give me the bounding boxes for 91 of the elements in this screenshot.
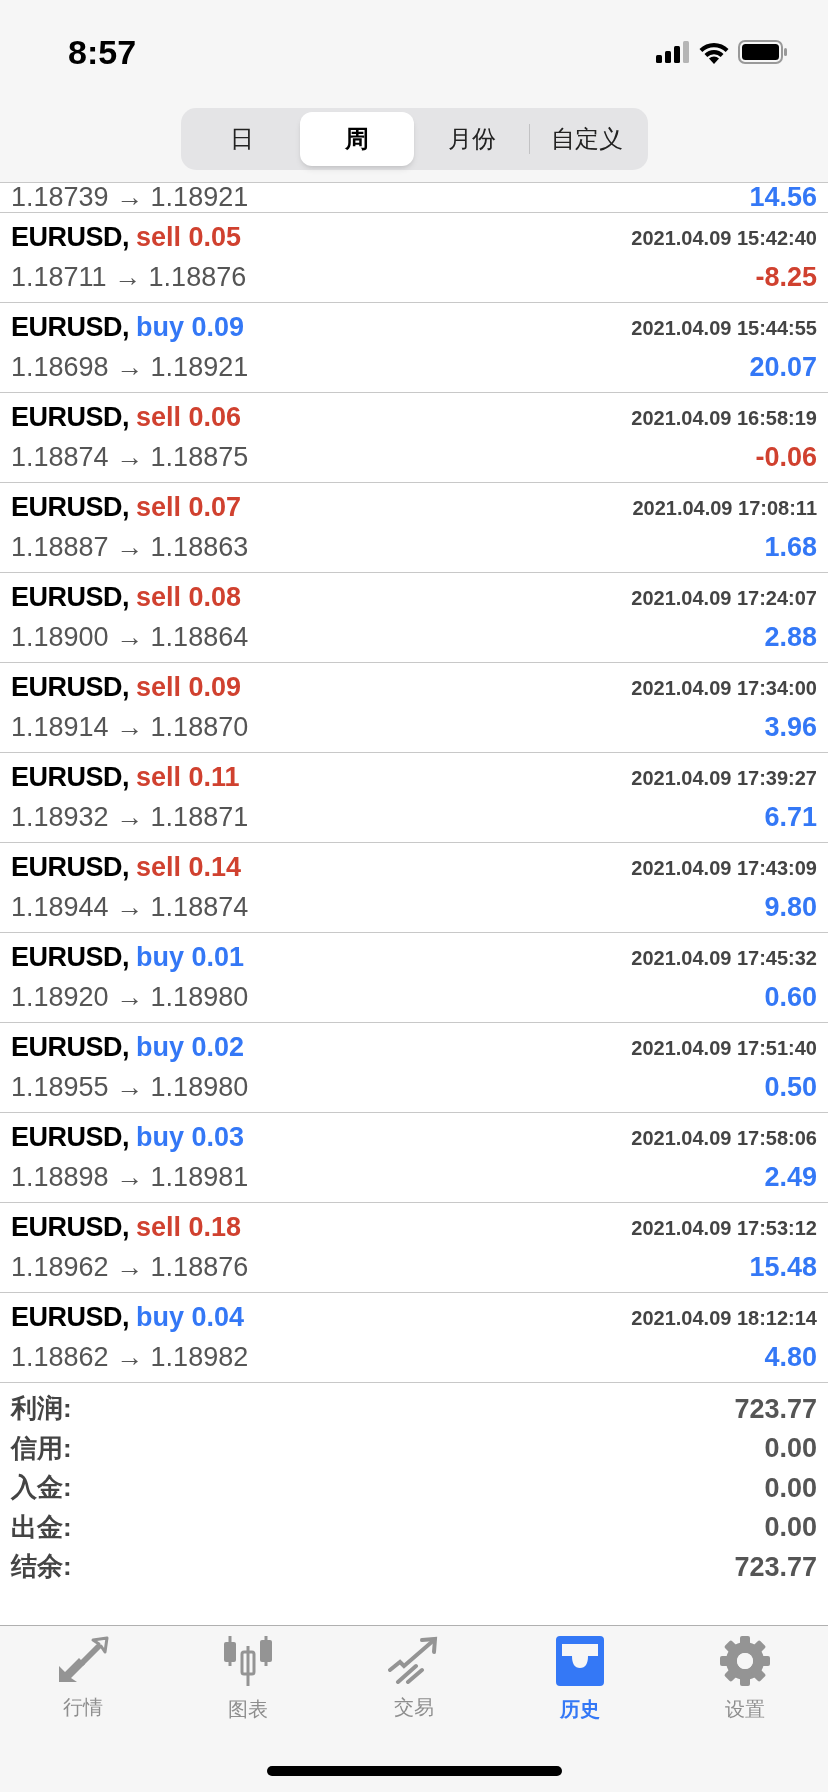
price-range: 1.18711 → 1.18876	[11, 261, 247, 295]
deal-time: 2021.04.09 15:42:40	[631, 225, 817, 251]
deal-time: 2021.04.09 17:08:11	[632, 495, 817, 521]
symbol-label: EURUSD,	[11, 1211, 129, 1245]
symbol-label: EURUSD,	[11, 851, 129, 885]
order-label: sell 0.08	[136, 581, 242, 615]
symbol-label: EURUSD,	[11, 311, 129, 345]
order-label: sell 0.14	[136, 851, 242, 885]
order-label: sell 0.06	[136, 401, 242, 435]
profit-value: 15.48	[749, 1251, 817, 1285]
inbox-tray-icon	[553, 1636, 606, 1686]
order-label: buy 0.04	[136, 1301, 245, 1335]
price-range: 1.18955 → 1.18980	[11, 1071, 249, 1105]
price-range: 1.18900 → 1.18864	[11, 621, 249, 655]
symbol-label: EURUSD,	[11, 491, 129, 525]
profit-value: 6.71	[764, 801, 817, 835]
profit-value: 14.56	[749, 183, 817, 212]
symbol-label: EURUSD,	[11, 221, 129, 255]
price-range: 1.18739 → 1.18921	[11, 183, 249, 212]
profit-value: -8.25	[755, 261, 817, 295]
symbol-label: EURUSD,	[11, 761, 129, 795]
symbol-label: EURUSD,	[11, 401, 129, 435]
symbol-label: EURUSD,	[11, 671, 129, 705]
profit-value: 0.50	[764, 1071, 817, 1105]
summary-label: 利润:	[11, 1392, 72, 1426]
period-tab[interactable]: 日	[184, 112, 299, 166]
period-tab[interactable]: 月份	[414, 112, 529, 166]
order-label: sell 0.11	[136, 761, 240, 795]
price-range: 1.18862 → 1.18982	[11, 1341, 249, 1375]
deal-time: 2021.04.09 15:44:55	[631, 315, 817, 341]
deal-time: 2021.04.09 17:53:12	[631, 1215, 817, 1241]
price-range: 1.18887 → 1.18863	[11, 531, 249, 565]
order-label: buy 0.03	[136, 1121, 245, 1155]
settings-icon	[719, 1636, 772, 1686]
profit-value: 2.49	[764, 1161, 817, 1195]
deal-time: 2021.04.09 17:58:06	[631, 1125, 817, 1151]
price-range: 1.18914 → 1.18870	[11, 711, 249, 745]
profit-value: 4.80	[764, 1341, 817, 1375]
order-label: buy 0.02	[136, 1031, 245, 1065]
symbol-label: EURUSD,	[11, 1121, 129, 1155]
profit-value: 20.07	[749, 351, 817, 385]
price-range: 1.18698 → 1.18921	[11, 351, 249, 385]
summary-value: 723.77	[734, 1392, 817, 1426]
deal-time: 2021.04.09 17:51:40	[631, 1035, 817, 1061]
status-time: 8:57	[68, 31, 137, 73]
deal-time: 2021.04.09 17:24:07	[631, 585, 817, 611]
profit-value: 0.60	[764, 981, 817, 1015]
deal-time: 2021.04.09 17:43:09	[631, 855, 817, 881]
deal-time: 2021.04.09 18:12:14	[631, 1305, 817, 1331]
summary-label: 结余:	[11, 1550, 72, 1584]
price-range: 1.18920 → 1.18980	[11, 981, 249, 1015]
profit-value: 2.88	[764, 621, 817, 655]
summary-value: 0.00	[764, 1511, 817, 1544]
period-tab[interactable]: 周	[299, 112, 414, 166]
order-label: sell 0.05	[136, 221, 242, 255]
trend-arrow-icon	[388, 1636, 440, 1684]
tab-bar-item[interactable]: 历史	[496, 1636, 663, 1736]
symbol-label: EURUSD,	[11, 581, 129, 615]
deal-time: 2021.04.09 17:34:00	[631, 675, 817, 701]
price-range: 1.18898 → 1.18981	[11, 1161, 249, 1195]
profit-value: 3.96	[764, 711, 817, 745]
profit-value: 9.80	[764, 891, 817, 925]
symbol-label: EURUSD,	[11, 941, 129, 975]
signal-icon	[656, 41, 690, 63]
battery-icon	[738, 40, 788, 64]
price-range: 1.18944 → 1.18874	[11, 891, 249, 925]
diagonal-arrows-icon	[56, 1636, 109, 1684]
deal-time: 2021.04.09 16:58:19	[631, 405, 817, 431]
summary-value: 723.77	[734, 1550, 817, 1584]
summary-value: 0.00	[764, 1471, 817, 1505]
price-range: 1.18962 → 1.18876	[11, 1251, 249, 1285]
deal-time: 2021.04.09 17:45:32	[631, 945, 817, 971]
profit-value: 1.68	[764, 531, 817, 565]
order-label: sell 0.07	[136, 491, 242, 525]
summary-label: 入金:	[11, 1471, 72, 1505]
deal-time: 2021.04.09 17:39:27	[631, 765, 817, 791]
price-range: 1.18874 → 1.18875	[11, 441, 249, 475]
summary-label: 出金:	[11, 1510, 72, 1544]
candlestick-icon	[222, 1636, 275, 1686]
symbol-label: EURUSD,	[11, 1301, 129, 1335]
price-range: 1.18932 → 1.18871	[11, 801, 249, 835]
summary-label: 信用:	[11, 1431, 72, 1465]
order-label: sell 0.09	[136, 671, 242, 705]
wifi-icon	[698, 40, 730, 64]
period-tab[interactable]: 自定义	[529, 112, 644, 166]
order-label: sell 0.18	[136, 1211, 242, 1245]
summary-value: 0.00	[764, 1432, 817, 1465]
order-label: buy 0.09	[136, 311, 245, 345]
symbol-label: EURUSD,	[11, 1031, 129, 1065]
profit-value: -0.06	[755, 441, 817, 475]
order-label: buy 0.01	[136, 941, 245, 975]
